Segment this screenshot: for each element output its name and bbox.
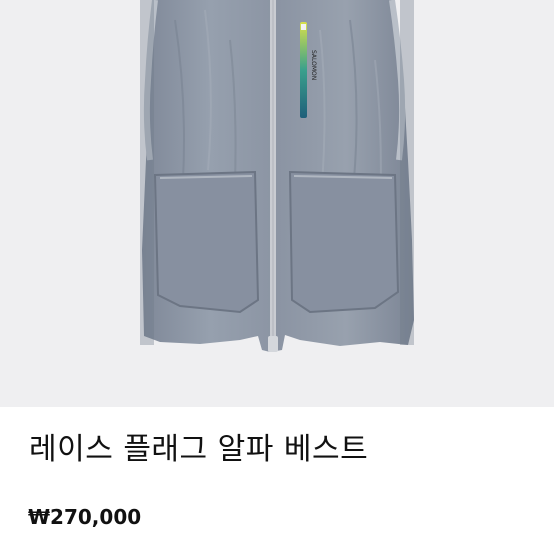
svg-text:SALOMON: SALOMON [310,50,317,80]
product-price: ₩270,000 [28,505,142,529]
vest-image: SALOMON [0,0,554,407]
product-title: 레이스 플래그 알파 베스트 [29,432,369,467]
product-card[interactable]: SALOMON 레이스 플래그 알파 베스트 ₩270,000 [0,0,554,554]
product-image[interactable]: SALOMON [0,0,554,407]
